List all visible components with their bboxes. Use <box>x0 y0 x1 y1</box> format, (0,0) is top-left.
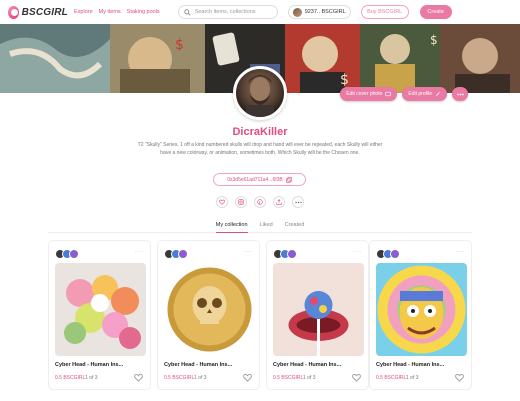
profile-name: DicraKiller <box>232 126 288 138</box>
card-more-button[interactable]: ··· <box>456 249 465 255</box>
edit-profile-button[interactable]: Edit profile <box>402 87 447 101</box>
owner-avatar[interactable] <box>178 249 188 259</box>
main-nav: Explore My items Staking pools <box>74 9 160 15</box>
owner-avatar[interactable] <box>69 249 79 259</box>
owners-avatars <box>164 249 188 259</box>
heart-icon <box>219 199 225 205</box>
nft-edition-count: 1 of 3 <box>194 375 207 381</box>
card-more-button[interactable]: ··· <box>135 249 144 255</box>
nft-edition-count: 1 of 3 <box>406 375 419 381</box>
profile-tabs: My collection Liked Created <box>0 222 520 233</box>
owner-avatar[interactable] <box>287 249 297 259</box>
nft-image-lips-lollipop[interactable] <box>273 263 364 356</box>
wallet-balance[interactable]: 9237.. BSCGIRL <box>287 5 351 19</box>
nft-price: 0.5 BSCGIRL <box>273 375 304 381</box>
nav-my-items[interactable]: My items <box>99 9 121 15</box>
nft-image-rainbow-cartoon[interactable] <box>376 263 467 356</box>
nft-card[interactable]: ··· Cyber Head - Human Ins... 0.5 BSCGIR… <box>157 240 260 390</box>
image-icon <box>385 91 392 97</box>
more-icon <box>456 93 464 95</box>
profile-avatar <box>233 66 287 120</box>
logo-icon <box>8 5 19 19</box>
cover-more-button[interactable] <box>452 87 468 101</box>
buy-token-button[interactable]: Buy BSCGIRL <box>360 5 409 19</box>
more-icon <box>294 201 302 203</box>
nav-explore[interactable]: Explore <box>74 9 93 15</box>
tab-my-collection[interactable]: My collection <box>215 222 248 233</box>
heart-icon[interactable] <box>352 373 361 382</box>
owners-avatars <box>55 249 79 259</box>
top-bar: BSCGIRL Explore My items Staking pools S… <box>0 0 520 24</box>
nft-title: Cyber Head - Human Ins... <box>273 362 342 368</box>
pinterest-link[interactable] <box>254 196 266 208</box>
create-button[interactable]: Create <box>419 5 452 19</box>
edit-cover-button[interactable]: Edit cover photo <box>340 87 398 101</box>
owner-avatar[interactable] <box>390 249 400 259</box>
pinterest-icon <box>257 199 263 205</box>
social-links <box>0 196 520 208</box>
heart-icon[interactable] <box>455 373 464 382</box>
share-icon <box>276 199 282 205</box>
tab-created[interactable]: Created <box>285 222 305 233</box>
nft-price: 0.5 BSCGIRL <box>164 375 195 381</box>
nft-image-gold-skull-coin[interactable] <box>164 263 255 356</box>
nft-price: 0.5 BSCGIRL <box>55 375 86 381</box>
nft-edition-count: 1 of 3 <box>85 375 98 381</box>
instagram-icon <box>238 199 244 205</box>
card-more-button[interactable]: ··· <box>244 249 253 255</box>
tab-liked[interactable]: Liked <box>260 222 273 233</box>
cover-actions: Edit cover photo Edit profile <box>340 87 468 101</box>
nft-card[interactable]: ··· Cyber Head - Human Ins... 0.5 BSCGIR… <box>48 240 151 390</box>
nft-card[interactable]: ··· Cyber Head - Human Ins... 0.5 BSCGIR… <box>369 240 472 390</box>
svg-text:$: $ <box>430 33 438 47</box>
nft-title: Cyber Head - Human Ins... <box>164 362 233 368</box>
edit-cover-label: Edit cover photo <box>346 91 383 97</box>
search-input[interactable]: Search items, collections <box>177 5 278 19</box>
logo-text: BSCGIRL <box>21 6 68 18</box>
svg-text:$: $ <box>175 37 184 53</box>
heart-icon[interactable] <box>134 373 143 382</box>
wallet-balance-text: 9237.. BSCGIRL <box>304 9 346 15</box>
logo[interactable]: BSCGIRL <box>8 5 68 19</box>
nav-staking-pools[interactable]: Staking pools <box>127 9 160 15</box>
like-profile-button[interactable] <box>216 196 228 208</box>
owners-avatars <box>273 249 297 259</box>
pencil-icon <box>436 92 440 96</box>
nft-title: Cyber Head - Human Ins... <box>376 362 445 368</box>
edit-profile-label: Edit profile <box>408 91 432 97</box>
share-button[interactable] <box>273 196 285 208</box>
profile-bio: T2 "Skully" Series. 1 off a kind numbere… <box>137 142 383 156</box>
profile-more-button[interactable] <box>292 196 304 208</box>
wallet-avatar <box>292 7 302 17</box>
heart-icon[interactable] <box>243 373 252 382</box>
instagram-link[interactable] <box>235 196 247 208</box>
nft-card[interactable]: ··· Cyber Head - Human Ins... 0.5 BSCGIR… <box>266 240 369 390</box>
owners-avatars <box>376 249 400 259</box>
nft-price: 0.5 BSCGIRL <box>376 375 407 381</box>
search-placeholder: Search items, collections <box>194 9 256 15</box>
nft-image-flower-bouquet[interactable] <box>55 263 146 356</box>
copy-icon <box>286 176 292 183</box>
wallet-address-button[interactable]: 0x3d5e61ad711a4...6f3B <box>213 173 306 186</box>
search-icon <box>183 8 191 16</box>
nft-title: Cyber Head - Human Ins... <box>55 362 124 368</box>
svg-text:$: $ <box>340 72 349 88</box>
wallet-address: 0x3d5e61ad711a4...6f3B <box>227 176 283 183</box>
nft-edition-count: 1 of 3 <box>303 375 316 381</box>
card-more-button[interactable]: ··· <box>353 249 362 255</box>
